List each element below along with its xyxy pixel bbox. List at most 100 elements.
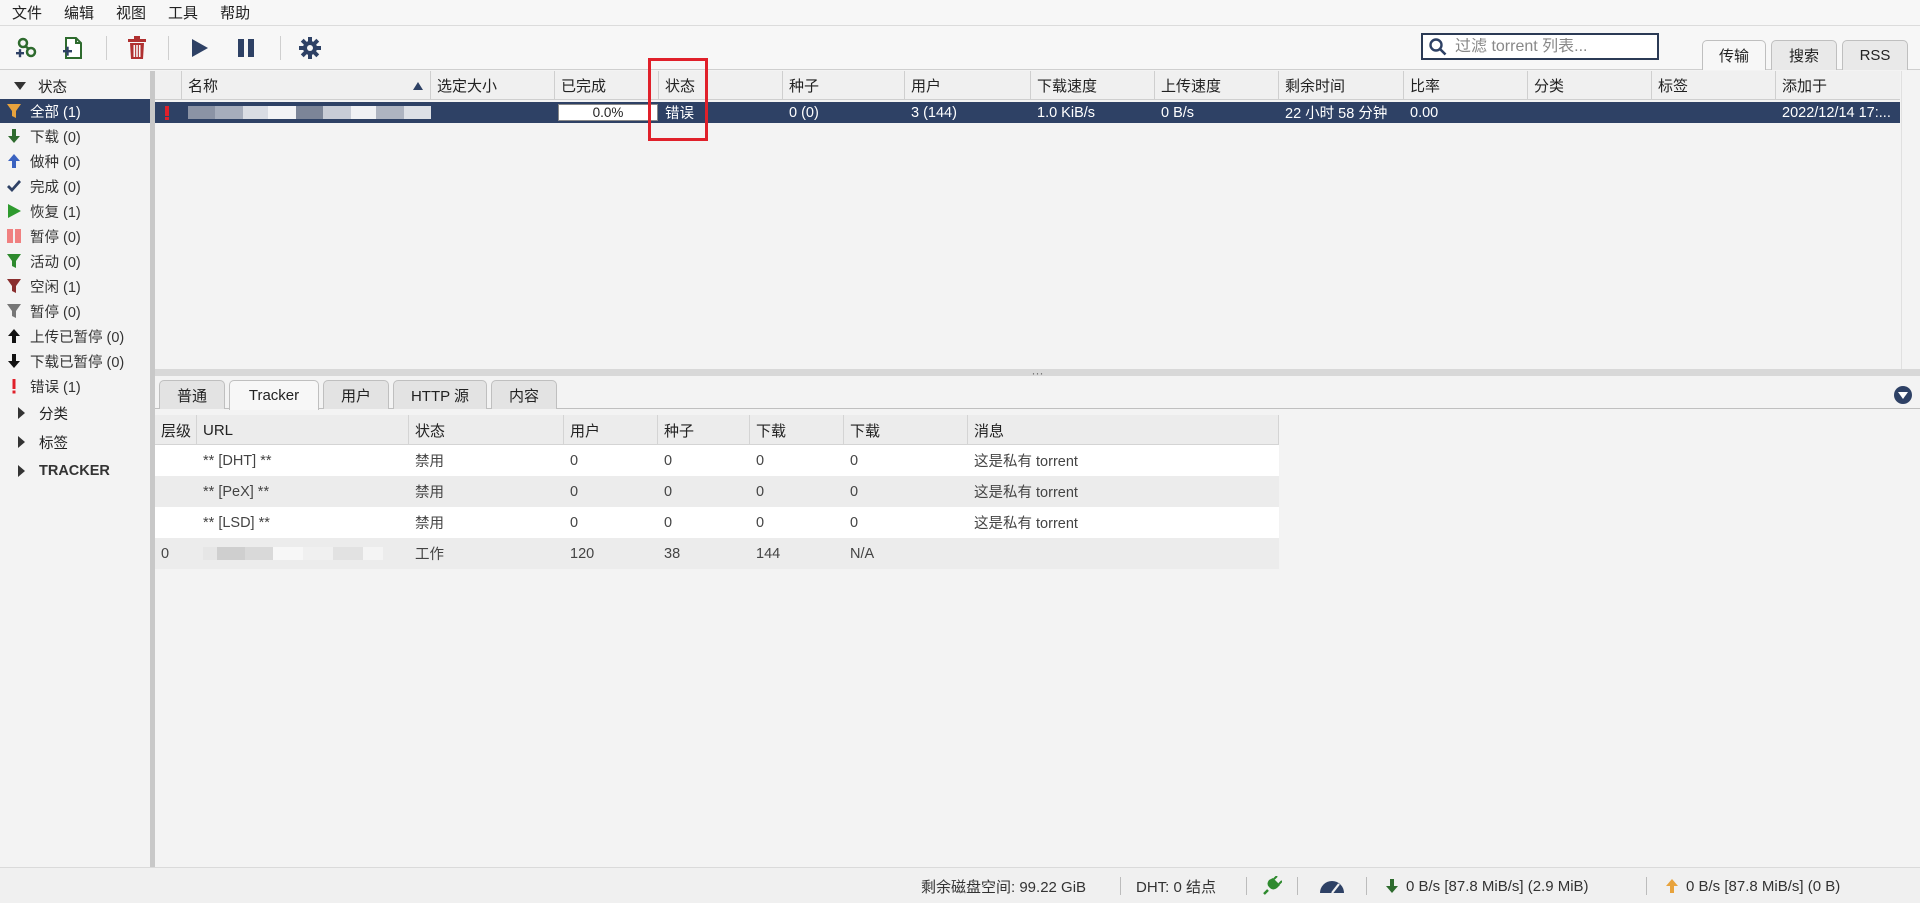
tracker-leeches: 0	[756, 483, 765, 500]
column-header-size[interactable]: 选定大小	[431, 71, 555, 100]
column-header-added-on[interactable]: 添加于	[1776, 71, 1900, 100]
column-label: 名称	[188, 78, 219, 95]
expand-down-icon	[14, 82, 26, 90]
pause-button[interactable]	[229, 32, 263, 64]
sidebar-item-seeding[interactable]: 做种 (0)	[0, 149, 150, 173]
menu-tools[interactable]: 工具	[168, 2, 198, 23]
tracker-status: 工作	[415, 547, 444, 563]
trash-icon	[128, 36, 146, 59]
sidebar-item-completed[interactable]: 完成 (0)	[0, 174, 150, 198]
column-label: 剩余时间	[1285, 78, 1346, 95]
search-input[interactable]	[1455, 37, 1650, 56]
categories-header[interactable]: 分类	[18, 402, 68, 424]
trackers-header[interactable]: TRACKER	[18, 460, 110, 482]
tracker-row[interactable]: ** [LSD] ** 禁用 0 0 0 0 这是私有 torrent	[155, 507, 1279, 538]
column-label: 用户	[911, 78, 942, 95]
column-header-seeds[interactable]: 种子	[783, 71, 905, 100]
tab-search[interactable]: 搜索	[1771, 40, 1837, 70]
tracker-message: 这是私有 torrent	[974, 454, 1078, 470]
tracker-peers: 0	[570, 452, 579, 469]
tags-header-label: 标签	[39, 435, 68, 452]
collapse-panel-button[interactable]	[1894, 386, 1912, 404]
tracker-row[interactable]: ** [PeX] ** 禁用 0 0 0 0 这是私有 torrent	[155, 476, 1279, 507]
sidebar-item-download-paused[interactable]: 下载已暂停 (0)	[0, 349, 150, 373]
column-header-priority[interactable]	[155, 71, 182, 100]
status-filter-header[interactable]: 状态	[14, 75, 67, 97]
column-header-category[interactable]: 分类	[1528, 71, 1652, 100]
progress-cell: 0.0%	[555, 102, 659, 123]
sidebar-item-inactive[interactable]: 空闲 (1)	[0, 274, 150, 298]
column-header-peers[interactable]: 用户	[564, 415, 658, 445]
add-torrent-file-button[interactable]	[56, 32, 90, 64]
connection-status-button[interactable]	[1262, 868, 1282, 903]
sidebar-item-paused[interactable]: 暂停 (0)	[0, 224, 150, 248]
speed-limits-button[interactable]	[1318, 868, 1346, 903]
column-header-downloaded[interactable]: 下载	[844, 415, 968, 445]
menu-help[interactable]: 帮助	[220, 2, 250, 23]
progress-text: 0.0%	[592, 105, 624, 120]
expand-right-icon	[18, 407, 25, 419]
column-header-download-speed[interactable]: 下载速度	[1031, 71, 1155, 100]
column-header-progress[interactable]: 已完成	[555, 71, 659, 100]
column-header-url[interactable]: URL	[197, 415, 409, 445]
filter-icon	[6, 278, 22, 294]
resume-button[interactable]	[182, 32, 216, 64]
column-label: 标签	[1658, 78, 1689, 95]
column-header-leeches[interactable]: 下载	[750, 415, 844, 445]
sidebar-item-resumed[interactable]: 恢复 (1)	[0, 199, 150, 223]
chevron-down-icon	[1898, 391, 1908, 399]
tracker-url: ** [PeX] **	[203, 483, 270, 500]
column-header-status[interactable]: 状态	[659, 71, 783, 100]
menu-file[interactable]: 文件	[12, 2, 42, 23]
tracker-tier	[155, 445, 161, 476]
pane-splitter[interactable]: ···	[155, 366, 1920, 380]
sidebar-item-label: 空闲 (1)	[30, 279, 81, 296]
column-header-ratio[interactable]: 比率	[1404, 71, 1528, 100]
tracker-downloaded: 0	[850, 452, 859, 469]
sidebar-item-label: 上传已暂停 (0)	[30, 329, 125, 346]
column-header-tags[interactable]: 标签	[1652, 71, 1776, 100]
tracker-row[interactable]: ** [DHT] ** 禁用 0 0 0 0 这是私有 torrent	[155, 445, 1279, 476]
tracker-message	[968, 538, 974, 569]
sidebar-item-errored[interactable]: 错误 (1)	[0, 374, 150, 398]
torrent-ratio: 0.00	[1410, 104, 1439, 121]
column-header-upload-speed[interactable]: 上传速度	[1155, 71, 1279, 100]
column-header-message[interactable]: 消息	[968, 415, 1279, 445]
tab-peers[interactable]: 用户	[323, 380, 389, 409]
sidebar-item-downloading[interactable]: 下载 (0)	[0, 124, 150, 148]
speedometer-icon	[1320, 881, 1344, 894]
column-header-status[interactable]: 状态	[409, 415, 564, 445]
expand-right-icon	[18, 465, 25, 477]
tab-trackers[interactable]: Tracker	[229, 380, 319, 410]
column-header-name[interactable]: 名称	[182, 71, 431, 100]
tags-header[interactable]: 标签	[18, 431, 68, 453]
sidebar-item-all[interactable]: 全部 (1)	[0, 99, 150, 123]
column-header-peers[interactable]: 用户	[905, 71, 1031, 100]
tracker-row[interactable]: 0 工作 120 38 144 N/A	[155, 538, 1279, 569]
column-header-seeds[interactable]: 种子	[658, 415, 750, 445]
tab-http-sources[interactable]: HTTP 源	[393, 380, 487, 409]
tracker-status: 禁用	[415, 485, 444, 501]
add-torrent-link-button[interactable]	[10, 32, 44, 64]
sidebar-item-stalled[interactable]: 暂停 (0)	[0, 299, 150, 323]
column-header-eta[interactable]: 剩余时间	[1279, 71, 1404, 100]
options-button[interactable]	[293, 32, 327, 64]
vertical-scrollbar[interactable]	[1901, 71, 1920, 369]
tab-content[interactable]: 内容	[491, 380, 557, 409]
tab-general[interactable]: 普通	[159, 380, 225, 409]
menu-edit[interactable]: 编辑	[64, 2, 94, 23]
sidebar-item-label: 恢复 (1)	[30, 204, 81, 221]
column-header-tier[interactable]: 层级	[155, 415, 197, 445]
tab-transfers[interactable]: 传输	[1702, 40, 1766, 70]
sidebar-item-upload-paused[interactable]: 上传已暂停 (0)	[0, 324, 150, 348]
tracker-leeches: 144	[756, 545, 781, 562]
menu-view[interactable]: 视图	[116, 2, 146, 23]
torrent-row[interactable]: 0.0% 错误 0 (0) 3 (144) 1.0 KiB/s 0 B/s 22…	[155, 102, 1900, 123]
torrent-peers: 3 (144)	[911, 104, 957, 121]
sidebar-item-label: 做种 (0)	[30, 154, 81, 171]
sidebar: 状态 全部 (1) 下载 (0) 做种 (0) 完成 (0) 恢复 (1) 暂停…	[0, 71, 150, 867]
torrent-down-speed: 1.0 KiB/s	[1037, 104, 1096, 121]
tab-rss[interactable]: RSS	[1842, 40, 1908, 70]
delete-button[interactable]	[120, 32, 154, 64]
sidebar-item-active[interactable]: 活动 (0)	[0, 249, 150, 273]
